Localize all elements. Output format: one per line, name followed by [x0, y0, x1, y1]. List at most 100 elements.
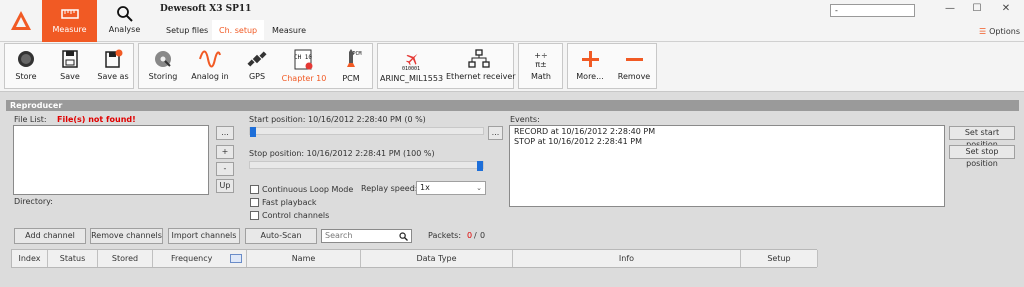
measure-mode-label: Measure: [52, 25, 87, 34]
chapter10-label: Chapter 10: [281, 74, 327, 83]
floppy-icon: [62, 50, 78, 68]
event-item[interactable]: STOP at 10/16/2012 2:28:41 PM: [514, 137, 940, 147]
tab-measure[interactable]: Measure: [265, 20, 313, 40]
channels-group: Storing Analog in GPS CH 10 Chapter 10 P…: [138, 43, 373, 89]
gps-button[interactable]: GPS: [239, 44, 275, 90]
fast-playback-label: Fast playback: [262, 198, 317, 207]
column-header-index[interactable]: Index: [12, 250, 48, 267]
magnifier-icon: [116, 6, 133, 22]
file-error-text: File(s) not found!: [57, 115, 136, 124]
pcm-icon-text: PCM: [352, 51, 361, 57]
add-channel-button[interactable]: Add channel: [14, 228, 86, 244]
start-position-slider[interactable]: [249, 127, 484, 137]
auto-scan-button[interactable]: Auto-Scan: [245, 228, 317, 244]
tab-setup-files[interactable]: Setup files: [159, 20, 215, 40]
analog-in-label: Analog in: [191, 72, 229, 81]
storing-button[interactable]: Storing: [145, 44, 181, 90]
reproducer-header: Reproducer: [6, 100, 1019, 111]
record-icon: [18, 51, 34, 67]
top-bar: Measure Analyse Dewesoft X3 SP11 Setup f…: [0, 0, 1024, 42]
airplane-icon: 010001: [402, 53, 420, 71]
replay-speed-value: 1x: [420, 183, 430, 192]
dewesoft-logo[interactable]: [0, 0, 42, 42]
column-header-info[interactable]: Info: [513, 250, 741, 267]
satellite-icon: [247, 51, 267, 67]
stop-position-label: Stop position: 10/16/2012 2:28:41 PM (10…: [249, 149, 435, 158]
search-input[interactable]: Search: [321, 229, 412, 243]
gps-label: GPS: [248, 72, 266, 81]
packets-received: 0: [467, 231, 473, 240]
column-header-stored[interactable]: Stored: [98, 250, 153, 267]
chapter10-button[interactable]: CH 10 Chapter 10: [281, 44, 327, 90]
replay-speed-select[interactable]: 1x ⌄: [416, 181, 486, 195]
save-button[interactable]: Save: [51, 44, 89, 90]
packets-separator: /: [474, 231, 477, 240]
math-button[interactable]: +÷ π± Math: [521, 44, 561, 90]
file-list-box[interactable]: [13, 125, 209, 195]
store-button[interactable]: Store: [7, 44, 45, 90]
pcm-button[interactable]: PCM PCM: [333, 44, 369, 90]
column-header-data-type[interactable]: Data Type: [361, 250, 513, 267]
column-filter-icon[interactable]: [230, 254, 242, 263]
replay-speed-label: Replay speed:: [361, 184, 418, 193]
more-button[interactable]: More...: [570, 44, 610, 90]
analyse-mode-label: Analyse: [108, 25, 141, 34]
start-position-browse-button[interactable]: ...: [488, 126, 503, 140]
analyse-mode-button[interactable]: Analyse: [97, 0, 152, 42]
ethernet-receiver-button[interactable]: Ethernet receiver: [446, 44, 516, 90]
save-as-label: Save as: [97, 72, 129, 81]
control-channels-checkbox[interactable]: [250, 211, 259, 220]
close-icon[interactable]: ✕: [996, 3, 1016, 18]
stop-position-slider[interactable]: [249, 161, 484, 171]
bus-group: 010001 ARINC_MIL1553 Ethernet receiver: [377, 43, 516, 90]
options-label: Options: [989, 27, 1020, 36]
analog-in-button[interactable]: Analog in: [189, 44, 231, 90]
measure-mode-button[interactable]: Measure: [42, 0, 97, 42]
ribbon-toolbar: Store Save Save as Storing Analog in GPS…: [0, 42, 1024, 92]
options-button[interactable]: ☰ Options: [979, 27, 1020, 36]
minimize-icon[interactable]: —: [940, 3, 960, 18]
column-header-name[interactable]: Name: [247, 250, 361, 267]
up-button[interactable]: Up: [216, 179, 234, 193]
arinc-button[interactable]: 010001 ARINC_MIL1553: [380, 44, 443, 90]
search-icon: [399, 232, 408, 241]
title-dropdown[interactable]: -: [830, 4, 915, 17]
column-header-status[interactable]: Status: [48, 250, 98, 267]
stop-slider-thumb[interactable]: [477, 161, 483, 171]
events-label: Events:: [510, 115, 540, 124]
reproducer-panel: Reproducer File List: File(s) not found!…: [0, 92, 1024, 287]
event-item[interactable]: RECORD at 10/16/2012 2:28:40 PM: [514, 127, 940, 137]
import-channels-button[interactable]: Import channels: [168, 228, 240, 244]
rocket-icon: PCM: [347, 49, 362, 67]
save-as-button[interactable]: Save as: [93, 44, 133, 90]
browse-files-button[interactable]: ...: [216, 126, 234, 140]
math-label: Math: [530, 72, 551, 81]
remove-channels-button[interactable]: Remove channels: [90, 228, 163, 244]
app-title: Dewesoft X3 SP11: [160, 4, 252, 14]
packets-total: 0: [480, 231, 486, 240]
ch10-icon-text: CH 10: [294, 54, 312, 61]
arinc-icon-text: 010001: [402, 66, 420, 71]
continuous-loop-checkbox[interactable]: [250, 185, 259, 194]
channel-table-header: Index Status Stored Frequency Name Data …: [11, 249, 818, 268]
remove-file-button[interactable]: -: [216, 162, 234, 176]
svg-text:+÷: +÷: [534, 51, 547, 60]
add-file-button[interactable]: +: [216, 145, 234, 159]
column-header-frequency[interactable]: Frequency: [153, 250, 247, 267]
set-start-position-button[interactable]: Set start position: [949, 126, 1015, 149]
file-list-label: File List:: [14, 115, 47, 124]
network-icon: [468, 49, 490, 68]
chapter10-icon: CH 10: [294, 49, 313, 70]
maximize-icon[interactable]: ☐: [967, 3, 987, 18]
remove-button[interactable]: Remove: [614, 44, 654, 90]
packets-label: Packets:: [428, 231, 462, 240]
set-stop-position-button[interactable]: Set stop position: [949, 145, 1015, 168]
tab-ch-setup[interactable]: Ch. setup: [212, 20, 265, 40]
fast-playback-checkbox[interactable]: [250, 198, 259, 207]
hamburger-icon: ☰: [978, 27, 987, 36]
column-header-setup[interactable]: Setup: [741, 250, 818, 267]
plus-icon: [582, 51, 599, 67]
events-list[interactable]: RECORD at 10/16/2012 2:28:40 PM STOP at …: [509, 125, 945, 207]
minus-icon: [626, 58, 643, 61]
start-slider-thumb[interactable]: [250, 127, 256, 137]
